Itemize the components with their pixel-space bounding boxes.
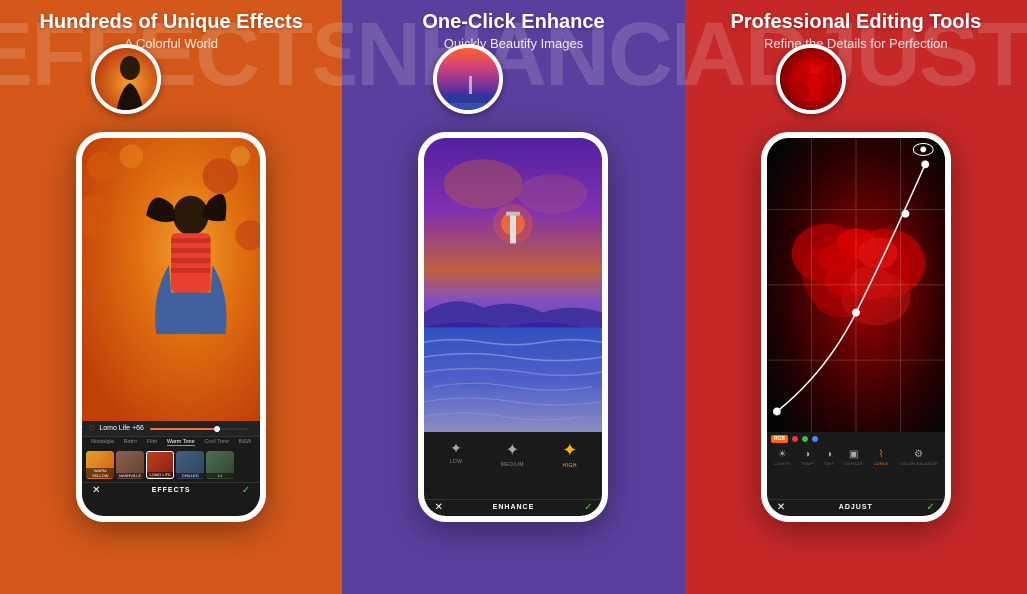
enhance-low-label: LOW — [450, 459, 463, 465]
tint-label: TINT — [824, 461, 834, 466]
enhance-circle-preview — [433, 44, 503, 114]
tab-nostalgia[interactable]: Nostalgia — [91, 439, 114, 446]
enhance-low-icon: ✦ — [450, 440, 462, 457]
enhance-medium-label: MEDIUM — [501, 462, 524, 468]
color-balance-label: COLOR BALANCE — [900, 461, 938, 466]
temp-label: TEMP — [801, 461, 813, 466]
enhance-cancel-icon[interactable]: ✕ — [434, 502, 442, 513]
heart-icon[interactable]: ♡ — [88, 424, 95, 433]
effects-circle-preview — [91, 44, 161, 114]
tool-curve[interactable]: ⌇ CURVE — [873, 449, 888, 496]
adjust-label: ADJUST — [839, 504, 873, 511]
curve-icon: ⌇ — [879, 449, 884, 460]
tint-icon: ◑ — [826, 449, 832, 460]
adjust-panel: ADJUST Professional Editing Tools Refine… — [685, 0, 1027, 594]
enhance-medium-icon: ✦ — [506, 440, 519, 460]
adjust-tools: ☀ LIGHTS ◑ TEMP ◑ TINT ▣ — [767, 446, 945, 499]
thumb-warm-yellow[interactable]: WARM YELLOW — [86, 451, 114, 479]
enhance-heading: One-Click Enhance — [422, 10, 604, 34]
adjust-screen: RGB ☀ LIGHTS ◑ TEMP — [767, 138, 945, 516]
effects-title-block: Hundreds of Unique Effects A Colorful Wo… — [39, 0, 302, 51]
effects-bottom-bar: ✕ EFFECTS ✓ — [82, 482, 260, 498]
temp-icon: ◑ — [804, 449, 810, 460]
curve-label: CURVE — [873, 461, 888, 466]
tab-retro[interactable]: Retro — [124, 439, 137, 446]
effects-confirm-icon[interactable]: ✓ — [242, 485, 250, 496]
adjust-photo — [767, 138, 945, 433]
effects-phone: ♡ Lomo Life +66 Nostalgia Retro Film War… — [76, 132, 266, 522]
adjust-phone: RGB ☀ LIGHTS ◑ TEMP — [761, 132, 951, 522]
tab-film[interactable]: Film — [147, 439, 157, 446]
filter-bar: ♡ Lomo Life +66 — [82, 421, 260, 437]
green-channel-dot[interactable] — [802, 436, 808, 442]
filter-name-label: Lomo Life — [99, 425, 130, 432]
tab-cool-tone[interactable]: Cool Tone — [204, 439, 229, 446]
enhance-high-label: HIGH — [563, 463, 578, 469]
color-balance-icon: ⚙ — [914, 449, 923, 460]
dehaze-label: DEHAZE — [845, 461, 863, 466]
enhance-label: ENHANCE — [493, 504, 535, 511]
adjust-circle-preview — [776, 44, 846, 114]
effects-cancel-icon[interactable]: ✕ — [92, 485, 100, 496]
lights-label: LIGHTS — [774, 461, 790, 466]
thumb-l1[interactable]: L1 — [206, 451, 234, 479]
adjust-phone-wrapper: RGB ☀ LIGHTS ◑ TEMP — [761, 59, 951, 594]
adjust-confirm-icon[interactable]: ✓ — [926, 502, 934, 513]
rgb-badge[interactable]: RGB — [771, 435, 788, 443]
effects-phone-wrapper: ♡ Lomo Life +66 Nostalgia Retro Film War… — [76, 59, 266, 594]
effects-heading: Hundreds of Unique Effects — [39, 10, 302, 34]
enhance-high-icon: ✦ — [562, 440, 577, 461]
adjust-controls: RGB ☀ LIGHTS ◑ TEMP — [767, 432, 945, 515]
tool-lights[interactable]: ☀ LIGHTS — [774, 449, 790, 496]
enhance-options: ✦ LOW ✦ MEDIUM ✦ HIGH — [424, 432, 602, 499]
filter-value: +66 — [132, 425, 144, 432]
enhance-screen: ✦ LOW ✦ MEDIUM ✦ HIGH ✕ — [424, 138, 602, 516]
effects-panel: EFFECTS Hundreds of Unique Effects A Col… — [0, 0, 342, 594]
adjust-title-block: Professional Editing Tools Refine the De… — [730, 0, 981, 51]
enhance-phone-wrapper: ✦ LOW ✦ MEDIUM ✦ HIGH ✕ — [418, 59, 608, 594]
tool-dehaze[interactable]: ▣ DEHAZE — [845, 449, 863, 496]
enhance-option-medium[interactable]: ✦ MEDIUM — [501, 440, 524, 495]
effects-photo — [82, 138, 260, 422]
red-channel-dot[interactable] — [792, 436, 798, 442]
thumb-nashville[interactable]: NASHVILLE — [116, 451, 144, 479]
enhance-photo — [424, 138, 602, 433]
dehaze-icon: ▣ — [849, 449, 858, 460]
adjust-rgb-bar: RGB — [767, 432, 945, 446]
tool-color-balance[interactable]: ⚙ COLOR BALANCE — [900, 449, 938, 496]
thumb-lomo-life[interactable]: LOMO LIFE — [146, 451, 174, 479]
tab-bw[interactable]: B&W — [239, 439, 252, 446]
enhance-controls: ✦ LOW ✦ MEDIUM ✦ HIGH ✕ — [424, 432, 602, 515]
adjust-heading: Professional Editing Tools — [730, 10, 981, 34]
effects-subtitle: A Colorful World — [39, 36, 302, 51]
blue-channel-dot[interactable] — [812, 436, 818, 442]
effects-controls: ♡ Lomo Life +66 Nostalgia Retro Film War… — [82, 421, 260, 516]
effects-screen: ♡ Lomo Life +66 Nostalgia Retro Film War… — [82, 138, 260, 516]
enhance-phone: ✦ LOW ✦ MEDIUM ✦ HIGH ✕ — [418, 132, 608, 522]
lights-icon: ☀ — [778, 449, 787, 460]
adjust-cancel-icon[interactable]: ✕ — [777, 502, 785, 513]
tool-tint[interactable]: ◑ TINT — [824, 449, 834, 496]
enhance-title-block: One-Click Enhance Quickly Beautify Image… — [422, 0, 604, 51]
adjust-bottom-bar: ✕ ADJUST ✓ — [767, 499, 945, 515]
enhance-panel: ENHANCE One-Click Enhance Quickly Beauti… — [342, 0, 684, 594]
effects-label: EFFECTS — [152, 487, 191, 494]
thumb-chilled[interactable]: CHILLED — [176, 451, 204, 479]
tab-warm-tone[interactable]: Warm Tone — [167, 439, 195, 446]
adjust-subtitle: Refine the Details for Perfection — [730, 36, 981, 51]
enhance-option-high[interactable]: ✦ HIGH — [562, 440, 577, 495]
enhance-confirm-icon[interactable]: ✓ — [584, 502, 592, 513]
filter-thumbnails: WARM YELLOW NASHVILLE LOMO LIFE CHILLED — [82, 448, 260, 482]
enhance-option-low[interactable]: ✦ LOW — [450, 440, 463, 495]
filter-tabs[interactable]: Nostalgia Retro Film Warm Tone Cool Tone… — [82, 437, 260, 448]
tool-temp[interactable]: ◑ TEMP — [801, 449, 813, 496]
enhance-bottom-bar: ✕ ENHANCE ✓ — [424, 499, 602, 515]
